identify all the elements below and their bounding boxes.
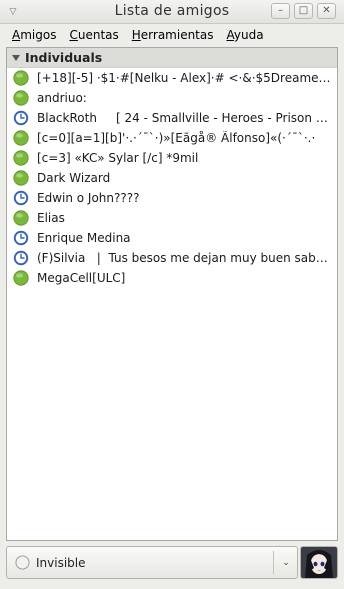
title-bar: ▽ Lista de amigos – □ ✕ [0,0,344,24]
menu-bar: Amigos Cuentas Herramientas Ayuda [0,24,344,46]
buddy-name: Elias [37,211,65,225]
buddy-row[interactable]: BlackRoth [ 24 - Smallville - Heroes - P… [7,108,337,128]
clock-icon [13,190,29,206]
buddy-rows: [+18][-5] ·$1·#[Nelku - Alex]·# <·&·$5Dr… [7,68,337,288]
menu-ayuda-mnemonic: A [226,28,234,42]
menu-herramientas[interactable]: Herramientas [132,28,214,42]
available-status-icon [13,150,29,166]
buddy-row[interactable]: Enrique Medina [7,228,337,248]
expander-arrow-icon[interactable] [12,54,20,61]
available-status-icon [13,90,29,106]
buddy-name: [c=3] «KC» Sylar [/c] *9mil [37,151,199,165]
avatar[interactable] [300,546,338,579]
avatar-image [301,547,337,578]
dropdown-arrow-icon[interactable]: ⌄ [279,558,293,568]
close-button[interactable]: ✕ [317,3,336,19]
menu-cuentas-mnemonic: C [69,28,78,42]
buddy-name: MegaCell[ULC] [37,271,126,285]
group-header-individuals[interactable]: Individuals [7,48,337,68]
menu-ayuda[interactable]: Ayuda [227,28,264,42]
buddy-row[interactable]: [c=0][a=1][b]'·.·´¯`·)»[Eãgå® Ãlfonso]«(… [7,128,337,148]
available-status-icon [13,130,29,146]
buddy-name: BlackRoth [ 24 - Smallville - Heroes - P… [37,111,333,125]
clock-icon [13,230,29,246]
buddy-row[interactable]: (F)Silvia | Tus besos me dejan muy buen … [7,248,337,268]
status-value: Invisible [36,555,86,570]
available-status-icon [13,170,29,186]
clock-icon [13,110,29,126]
maximize-button[interactable]: □ [294,3,313,19]
buddy-name: [c=0][a=1][b]'·.·´¯`·)»[Eãgå® Ãlfonso]«(… [37,131,316,145]
minimize-button[interactable]: – [271,3,290,19]
buddy-row[interactable]: Elias [7,208,337,228]
group-label: Individuals [25,50,103,65]
menu-cuentas[interactable]: Cuentas [69,28,118,42]
status-selector[interactable]: Invisible ⌄ [6,546,298,579]
buddy-row[interactable]: [c=3] «KC» Sylar [/c] *9mil [7,148,337,168]
menu-amigos-label: migos [20,28,57,42]
offline-status-icon [15,555,30,570]
menu-herramientas-mnemonic: H [131,28,141,42]
buddy-name: Dark Wizard [37,171,111,185]
buddy-row[interactable]: [+18][-5] ·$1·#[Nelku - Alex]·# <·&·$5Dr… [7,68,337,88]
available-status-icon [13,270,29,286]
menu-amigos-mnemonic: A [12,28,21,42]
window-controls: – □ ✕ [271,3,336,19]
buddy-name: (F)Silvia | Tus besos me dejan muy buen … [37,251,333,265]
menu-herramientas-label: erramientas [140,28,214,42]
buddy-name: Enrique Medina [37,231,131,245]
buddy-row[interactable]: Edwin o John???? [7,188,337,208]
buddy-name: [+18][-5] ·$1·#[Nelku - Alex]·# <·&·$5Dr… [37,71,333,85]
buddy-row[interactable]: Dark Wizard [7,168,337,188]
buddy-name: Edwin o John???? [37,191,140,205]
menu-amigos[interactable]: Amigos [12,28,56,42]
clock-icon [13,250,29,266]
available-status-icon [13,210,29,226]
buddy-name: andriuo: [37,91,87,105]
buddy-row[interactable]: andriuo: [7,88,337,108]
buddy-list[interactable]: Individuals [+18][-5] ·$1·#[Nelku - Alex… [6,47,338,541]
available-status-icon [13,70,29,86]
buddy-row[interactable]: MegaCell[ULC] [7,268,337,288]
menu-ayuda-label: yuda [233,28,264,42]
menu-cuentas-label: uentas [77,28,119,42]
dropdown-separator [273,551,274,574]
